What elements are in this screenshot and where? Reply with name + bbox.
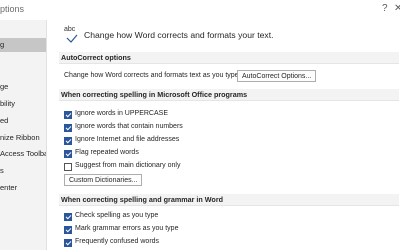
sidebar-item-language[interactable]: ge (0, 80, 46, 94)
checkbox[interactable] (64, 239, 72, 247)
option-label: Check spelling as you type (75, 212, 159, 219)
sidebar-item-2[interactable] (0, 56, 46, 70)
window-title: ptions (0, 4, 25, 14)
section-office-spelling: When correcting spelling in Microsoft Of… (59, 89, 399, 101)
page-header: Change how Word corrects and formats you… (84, 30, 274, 40)
autocorrect-options-button[interactable]: AutoCorrect Options... (237, 70, 317, 82)
sidebar-item-label: ge (0, 82, 9, 91)
checkbox[interactable] (64, 150, 72, 158)
sidebar-item-quick-access-toolbar[interactable]: Access Toolbar (0, 147, 46, 161)
question-mark-icon[interactable]: ? (382, 3, 388, 14)
sidebar-item-add-ins[interactable]: s (0, 164, 46, 178)
sidebar-item-label: g (0, 40, 5, 49)
checkbox[interactable] (64, 163, 72, 171)
sidebar: g ge bility ed nize Ribbon Access Toolba… (0, 20, 47, 250)
sidebar-item-advanced[interactable]: ed (0, 114, 46, 128)
autocorrect-description: Change how Word corrects and formats tex… (64, 72, 241, 79)
abc-icon-text: abc (64, 26, 76, 33)
section-word-spelling-grammar: When correcting spelling and grammar in … (59, 194, 399, 206)
sidebar-item-label: nize Ribbon (0, 133, 40, 142)
proofing-abc-icon: abc (64, 26, 80, 48)
option-label: Frequently confused words (75, 238, 160, 245)
checkbox[interactable] (64, 124, 72, 132)
section-autocorrect: AutoCorrect options (59, 52, 399, 64)
checkbox[interactable] (64, 213, 72, 221)
option-label: Mark grammar errors as you type (75, 225, 179, 232)
option-label: Ignore Internet and file addresses (75, 136, 180, 143)
sidebar-item-trust-center[interactable]: enter (0, 181, 46, 195)
title-bar: ptions ? ✕ (0, 0, 400, 20)
checkbox[interactable] (64, 137, 72, 145)
sidebar-item-label: enter (0, 183, 18, 192)
sidebar-item-label: s (0, 166, 4, 175)
custom-dictionaries-button[interactable]: Custom Dictionaries... (64, 174, 143, 186)
sidebar-item-label: bility (0, 99, 16, 108)
option-label: Ignore words in UPPERCASE (75, 110, 168, 117)
sidebar-item-0[interactable] (0, 20, 46, 34)
checkmark-icon (66, 34, 78, 43)
checkbox[interactable] (64, 111, 72, 119)
sidebar-item-label: Access Toolbar (0, 149, 47, 158)
checkbox[interactable] (64, 226, 72, 234)
sidebar-item-label: ed (0, 116, 9, 125)
close-icon[interactable]: ✕ (394, 3, 400, 14)
option-label: Ignore words that contain numbers (75, 123, 183, 130)
sidebar-item-proofing[interactable]: g (0, 38, 46, 52)
proofing-panel: abc Change how Word corrects and formats… (47, 20, 400, 250)
sidebar-item-customize-ribbon[interactable]: nize Ribbon (0, 131, 46, 145)
option-label: Flag repeated words (75, 149, 139, 156)
sidebar-item-accessibility[interactable]: bility (0, 97, 46, 111)
option-label: Suggest from main dictionary only (75, 162, 181, 169)
